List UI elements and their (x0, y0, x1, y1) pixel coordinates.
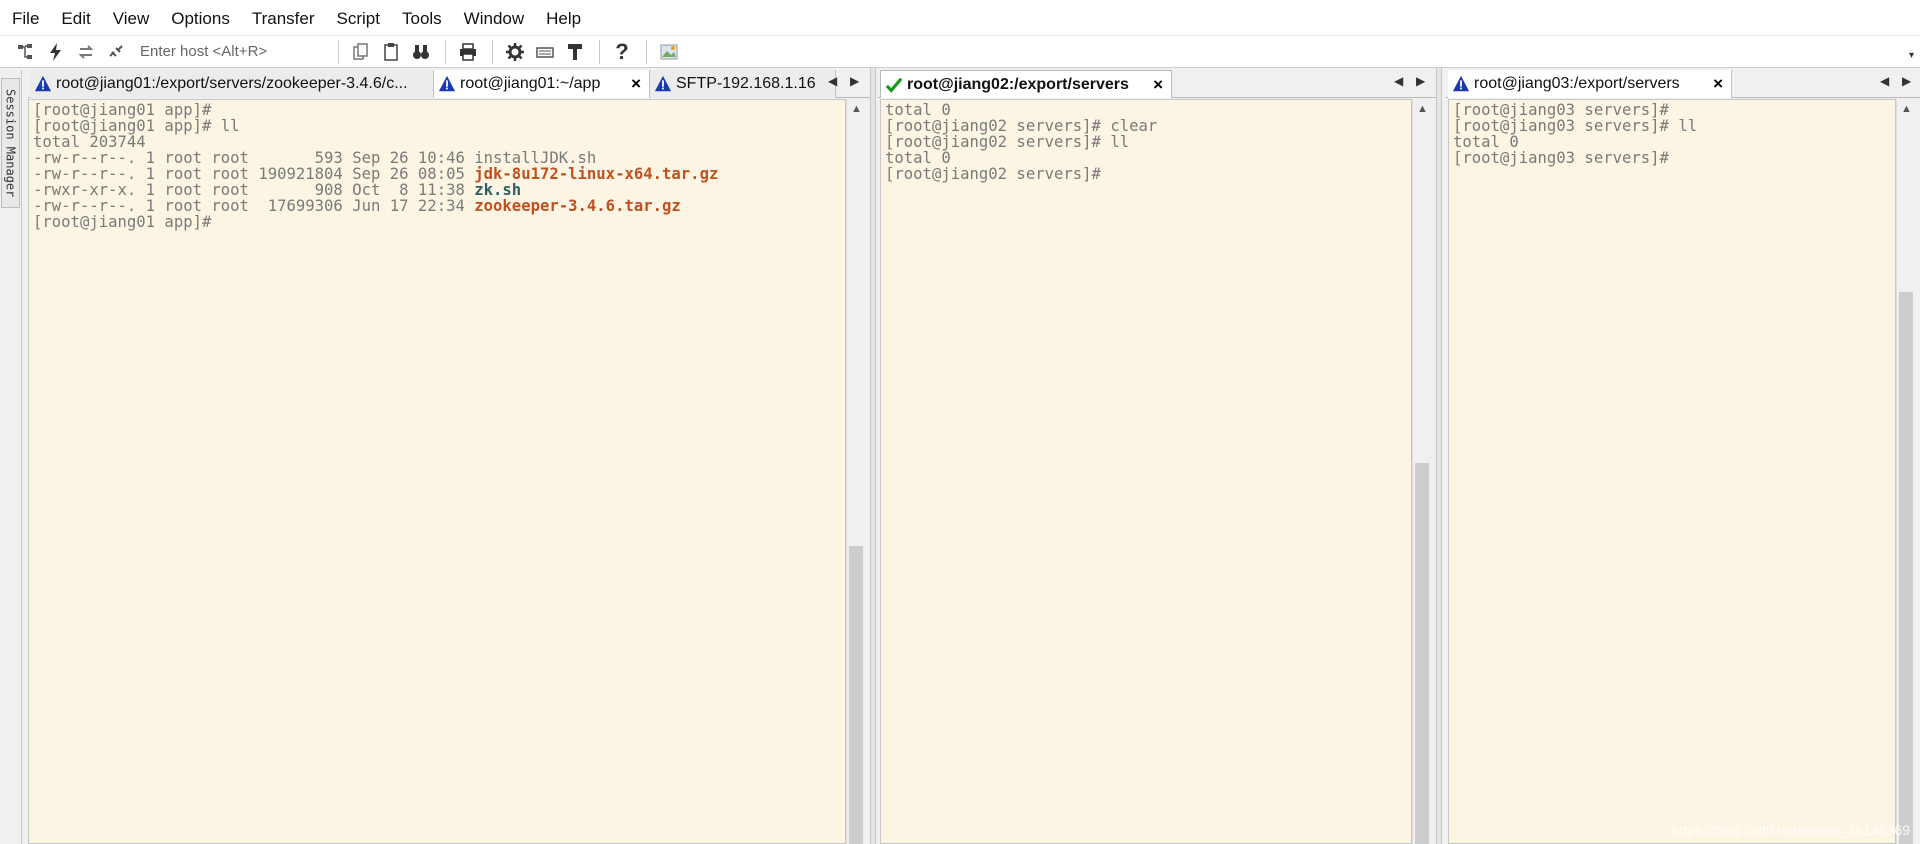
terminal-pane-2: root@jiang02:/export/servers × ◀ ▶ total… (878, 68, 1436, 844)
menu-transfer[interactable]: Transfer (252, 9, 315, 29)
warning-icon (438, 75, 456, 92)
warning-icon (34, 75, 52, 92)
scrollbar-thumb[interactable] (1415, 463, 1429, 844)
scroll-up-icon[interactable]: ▲ (851, 103, 862, 115)
pane-divider[interactable] (1436, 68, 1442, 844)
vertical-scrollbar-1[interactable]: ▲ (846, 99, 864, 844)
terminal-pane-1: root@jiang01:/export/servers/zookeeper-3… (28, 68, 870, 844)
session-manager-sidebar: Session Manager (0, 70, 22, 844)
disconnect-icon[interactable] (102, 39, 130, 65)
menu-help[interactable]: Help (546, 9, 581, 29)
scroll-left-icon[interactable]: ◀ (1880, 74, 1889, 88)
paste-icon[interactable] (377, 39, 405, 65)
tab-jiang03-servers[interactable]: root@jiang03:/export/servers × (1448, 70, 1732, 98)
tab-jiang01-app[interactable]: root@jiang01:~/app × (434, 70, 650, 98)
close-icon[interactable]: × (631, 74, 641, 94)
tab-bar-2: root@jiang02:/export/servers × ◀ ▶ (878, 68, 1436, 98)
copy-icon[interactable] (347, 39, 375, 65)
menu-view[interactable]: View (113, 9, 150, 29)
tab-bar-1: root@jiang01:/export/servers/zookeeper-3… (28, 68, 870, 98)
tab-label: root@jiang01:/export/servers/zookeeper-3… (56, 75, 408, 92)
scroll-right-icon[interactable]: ▶ (1902, 74, 1911, 88)
sftp-icon[interactable] (561, 39, 589, 65)
tab-jiang01-zookeeper[interactable]: root@jiang01:/export/servers/zookeeper-3… (30, 70, 434, 98)
tab-bar-3: root@jiang03:/export/servers × ◀ ▶ (1446, 68, 1920, 98)
toolbar-separator (492, 39, 493, 64)
keymap-icon[interactable] (531, 39, 559, 65)
find-icon[interactable] (407, 39, 435, 65)
terminal-output-2[interactable]: total 0 [root@jiang02 servers]# clear [r… (880, 99, 1412, 844)
session-manager-tab[interactable]: Session Manager (1, 78, 20, 208)
toolbar-separator (646, 39, 647, 64)
warning-icon (1452, 75, 1470, 92)
toolbar: Enter host <Alt+R> ? ▾ (0, 36, 1920, 68)
scroll-up-icon[interactable]: ▲ (1901, 103, 1912, 115)
watermark: https://blog.csdn.net/weixin_36146369 (1671, 822, 1910, 838)
toolbar-separator (338, 39, 339, 64)
menu-script[interactable]: Script (337, 9, 380, 29)
scroll-left-icon[interactable]: ◀ (1394, 74, 1403, 88)
file-name: zookeeper-3.4.6.tar.gz (474, 197, 681, 215)
vertical-scrollbar-3[interactable]: ▲ (1896, 99, 1914, 844)
terminal-output-1[interactable]: [root@jiang01 app]# [root@jiang01 app]# … (28, 99, 846, 844)
toolbar-separator (599, 39, 600, 64)
pane-divider[interactable] (870, 68, 876, 844)
quick-connect-icon[interactable] (42, 39, 70, 65)
menu-file[interactable]: File (12, 9, 39, 29)
image-icon[interactable] (655, 39, 683, 65)
tab-label: root@jiang02:/export/servers (907, 75, 1129, 93)
settings-icon[interactable] (501, 39, 529, 65)
scroll-right-icon[interactable]: ▶ (850, 74, 859, 88)
tab-jiang02-servers[interactable]: root@jiang02:/export/servers × (880, 70, 1172, 98)
scroll-right-icon[interactable]: ▶ (1416, 74, 1425, 88)
warning-icon (654, 75, 672, 92)
session-manager-label: Session Manager (3, 88, 18, 198)
scroll-left-icon[interactable]: ◀ (828, 74, 837, 88)
toolbar-overflow-icon[interactable]: ▾ (1909, 50, 1914, 61)
session-tree-icon[interactable] (12, 39, 40, 65)
menu-bar: File Edit View Options Transfer Script T… (0, 0, 1920, 36)
close-icon[interactable]: × (1153, 75, 1163, 95)
vertical-scrollbar-2[interactable]: ▲ (1412, 99, 1430, 844)
scroll-up-icon[interactable]: ▲ (1417, 103, 1428, 115)
menu-tools[interactable]: Tools (402, 9, 442, 29)
terminal-prompt: [root@jiang01 app]# (33, 213, 212, 231)
tab-label: root@jiang03:/export/servers (1474, 75, 1680, 92)
print-icon[interactable] (454, 39, 482, 65)
menu-window[interactable]: Window (464, 9, 524, 29)
menu-edit[interactable]: Edit (61, 9, 90, 29)
close-icon[interactable]: × (1713, 74, 1723, 94)
tab-sftp[interactable]: SFTP-192.168.1.16 (650, 70, 836, 98)
terminal-prompt: [root@jiang02 servers]# (885, 165, 1101, 183)
terminal-prompt: [root@jiang03 servers]# (1453, 149, 1669, 167)
terminal-output-3[interactable]: [root@jiang03 servers]# [root@jiang03 se… (1448, 99, 1896, 844)
scrollbar-thumb[interactable] (849, 546, 863, 844)
tab-label: SFTP-192.168.1.16 (676, 75, 816, 92)
host-input[interactable]: Enter host <Alt+R> (140, 43, 320, 60)
menu-options[interactable]: Options (171, 9, 230, 29)
terminal-pane-3: root@jiang03:/export/servers × ◀ ▶ [root… (1446, 68, 1920, 844)
tab-label: root@jiang01:~/app (460, 75, 601, 92)
scrollbar-thumb[interactable] (1899, 292, 1913, 844)
help-icon[interactable]: ? (608, 39, 636, 65)
toolbar-separator (445, 39, 446, 64)
reconnect-icon[interactable] (72, 39, 100, 65)
check-icon (885, 77, 903, 93)
